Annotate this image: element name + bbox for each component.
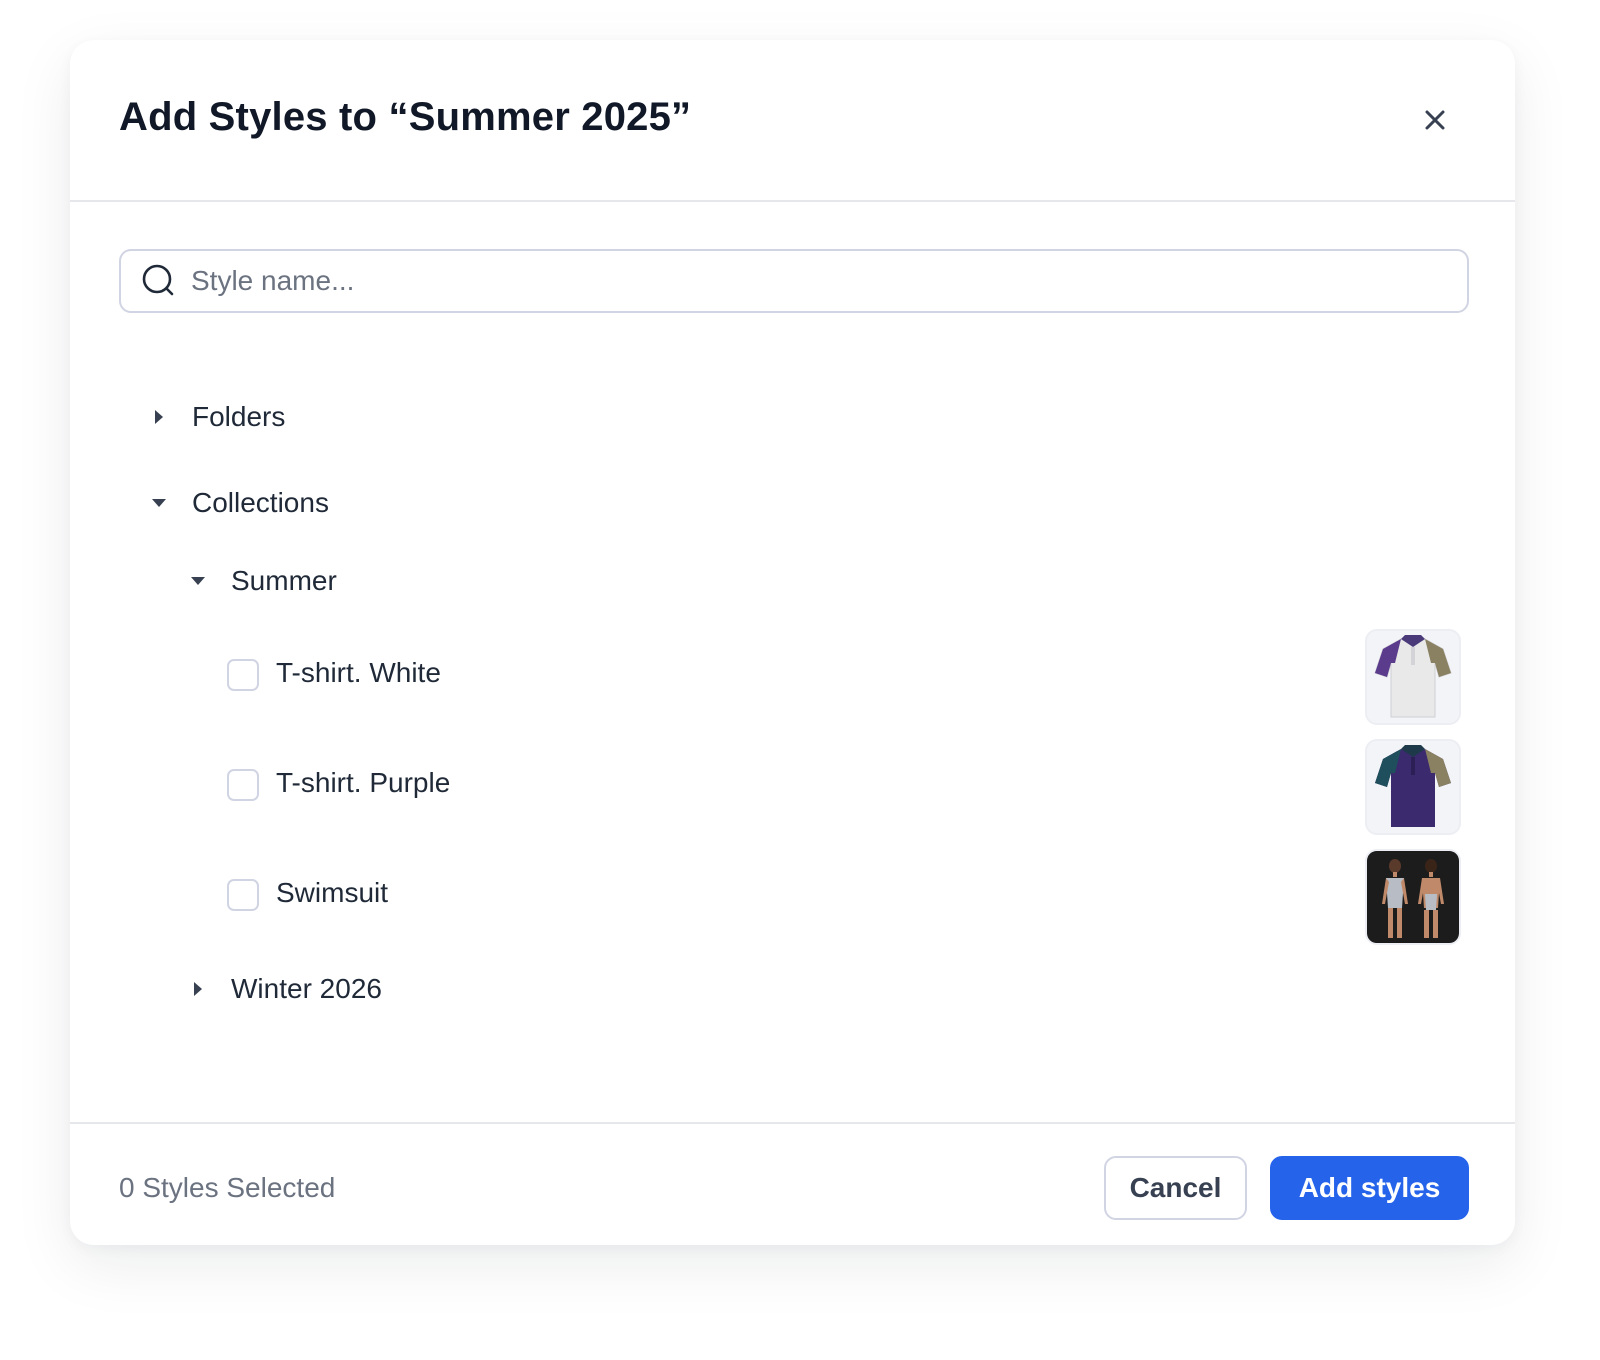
tree-item-folders[interactable]: Folders [148,401,285,433]
style-row-tshirt-white: T-shirt. White [70,627,1515,725]
style-thumbnail [1365,629,1461,725]
selected-count: 0 Styles Selected [119,1172,336,1203]
white-polo-shirt-image [1374,635,1452,718]
tree-item-label: Folders [192,401,286,432]
style-checkbox[interactable] [227,769,259,801]
style-row-swimsuit: Swimsuit [70,847,1515,945]
search-icon [141,263,177,299]
caret-right-icon [148,406,170,428]
add-styles-button[interactable]: Add styles [1270,1156,1469,1220]
caret-right-icon [187,978,209,1000]
tree-item-summer[interactable]: Summer [187,565,337,597]
close-icon [1425,110,1445,130]
tree-item-winter-2026[interactable]: Winter 2026 [187,973,382,1005]
close-button[interactable] [1415,100,1455,140]
dialog-title: Add Styles to “Summer 2025” [119,95,692,139]
style-row-tshirt-purple: T-shirt. Purple [70,737,1515,835]
swimsuit-front-back-image [1368,852,1458,942]
purple-polo-shirt-image [1375,745,1451,827]
search-box[interactable] [119,249,1469,313]
dialog-footer: 0 Styles Selected Cancel Add styles [70,1122,1515,1245]
style-checkbox[interactable] [227,659,259,691]
search-input[interactable] [191,265,1467,297]
cancel-button[interactable]: Cancel [1104,1156,1247,1220]
add-styles-dialog: Add Styles to “Summer 2025” Folders [70,40,1515,1245]
style-thumbnail [1365,849,1461,945]
caret-down-icon [148,492,170,514]
dialog-header: Add Styles to “Summer 2025” [70,40,1515,202]
style-thumbnail [1365,739,1461,835]
tree-item-label: Collections [192,487,329,518]
tree-item-label: Summer [231,565,337,596]
dialog-body: Folders Collections Summer T-shirt. Whit… [70,202,1515,1122]
style-label: T-shirt. White [276,657,441,688]
style-label: T-shirt. Purple [276,767,451,798]
tree-item-collections[interactable]: Collections [148,487,329,519]
tree-item-label: Winter 2026 [231,973,382,1004]
style-label: Swimsuit [276,877,389,908]
caret-down-icon [187,570,209,592]
style-checkbox[interactable] [227,879,259,911]
